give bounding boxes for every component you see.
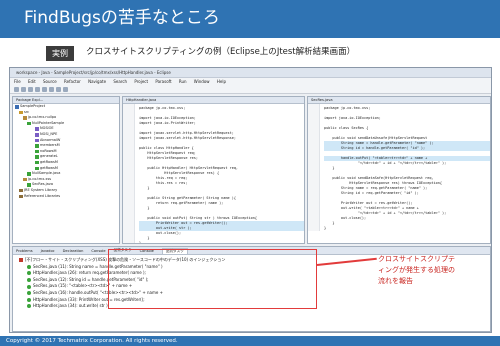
menu-project[interactable]: Project [134,79,148,84]
slide-footer: Copyright © 2017 Techmatrix Corporation.… [0,336,500,346]
tree-item[interactable]: Referenced Libraries [13,194,119,200]
tree-item-icon [23,116,27,120]
search-icon[interactable] [49,87,54,92]
tree-item-icon [35,144,39,148]
example-tag: 実例 [46,46,74,61]
tree-item-icon [19,194,23,199]
tree-item-icon [23,177,27,182]
tree-item-icon [35,127,39,131]
menu-refactor[interactable]: Refactor [64,79,81,84]
menu-source[interactable]: Source [43,79,57,84]
tab-declaration[interactable]: Declaration [63,249,84,253]
back-icon[interactable] [56,87,61,92]
tab-javadoc[interactable]: Javadoc [41,249,55,253]
menu-search[interactable]: Search [113,79,127,84]
explorer-tree: SampleProject src jp.co.tmx.nullpo NullPoin… [13,104,119,199]
tree-item-icon [27,121,31,126]
tree-item-icon [19,110,23,115]
callout-note: クロスサイトスクリプティングが発生する処理の流れを報告 [378,255,455,285]
menu-file[interactable]: File [14,79,21,84]
tree-item-icon [15,105,19,109]
tree-item-icon [35,166,39,171]
run-icon[interactable] [42,87,47,92]
tab-problems[interactable]: Problems [16,249,33,253]
debug-icon[interactable] [35,87,40,92]
editor-httphandler: HttpHandler.java package jp.co.tmx.xss; i… [122,96,305,244]
step-icon [27,284,31,289]
menu-window[interactable]: Window [194,79,210,84]
tree-item-icon [35,149,39,154]
slide-title: FindBugsの苦手なところ [24,8,220,28]
menu-help[interactable]: Help [217,79,226,84]
line-gutter [123,104,135,243]
save-icon[interactable] [21,87,26,92]
tab-secres[interactable]: SecRes.java [308,97,490,104]
tree-item-label: Referenced Libraries [24,193,61,198]
step-icon [27,271,31,276]
menu-parasoft[interactable]: Parasoft [155,79,171,84]
step-icon [27,278,31,283]
slide-subtitle: クロスサイトスクリプティングの例（Eclipse上のJtest解析結果画面） [86,47,356,57]
menu-run[interactable]: Run [179,79,187,84]
highlight-box [108,249,317,309]
new-icon[interactable] [14,87,19,92]
code-line: } [324,226,327,230]
menu-edit[interactable]: Edit [28,79,36,84]
tab-console[interactable]: Console [91,249,105,253]
code-line: } [139,241,142,244]
tree-item-icon [27,172,31,176]
tree-item-icon [27,183,31,187]
tree-item-icon [35,155,39,159]
step-icon [27,291,31,296]
tree-item-icon [19,188,23,193]
editor-secres: SecRes.java package jp.co.tmx.xss; import… [307,96,491,244]
package-explorer: Package Expl... SampleProject src jp.co.tm… [12,96,120,244]
tree-item-icon [35,138,39,143]
print-icon[interactable] [28,87,33,92]
copyright-text: Copyright © 2017 Techmatrix Corporation.… [6,338,178,344]
line-gutter [308,104,320,231]
menu-navigate[interactable]: Navigate [88,79,106,84]
menu-bar: File Edit Source Refactor Navigate Searc… [10,78,491,86]
slide-header: FindBugsの苦手なところ [0,0,500,38]
forward-icon[interactable] [63,87,68,92]
code-area-right[interactable]: package jp.co.tmx.xss; import java.io.IOE… [308,104,490,231]
trace-text: HttpHandler.java (34): out.write( str ); [33,303,110,309]
tab-package-explorer[interactable]: Package Expl... [13,97,119,104]
tree-item-icon [35,133,39,137]
tree-item-icon [35,160,39,165]
toolbar [10,86,491,94]
step-icon [27,304,31,309]
window-titlebar: workspace - Java - SampleProject/src/jp/… [10,68,491,78]
tab-httphandler[interactable]: HttpHandler.java [123,97,304,104]
step-icon [27,264,31,269]
violation-icon [19,258,23,263]
step-icon [27,297,31,302]
code-area-left[interactable]: package jp.co.tmx.xss; import java.io.IOE… [123,104,304,244]
